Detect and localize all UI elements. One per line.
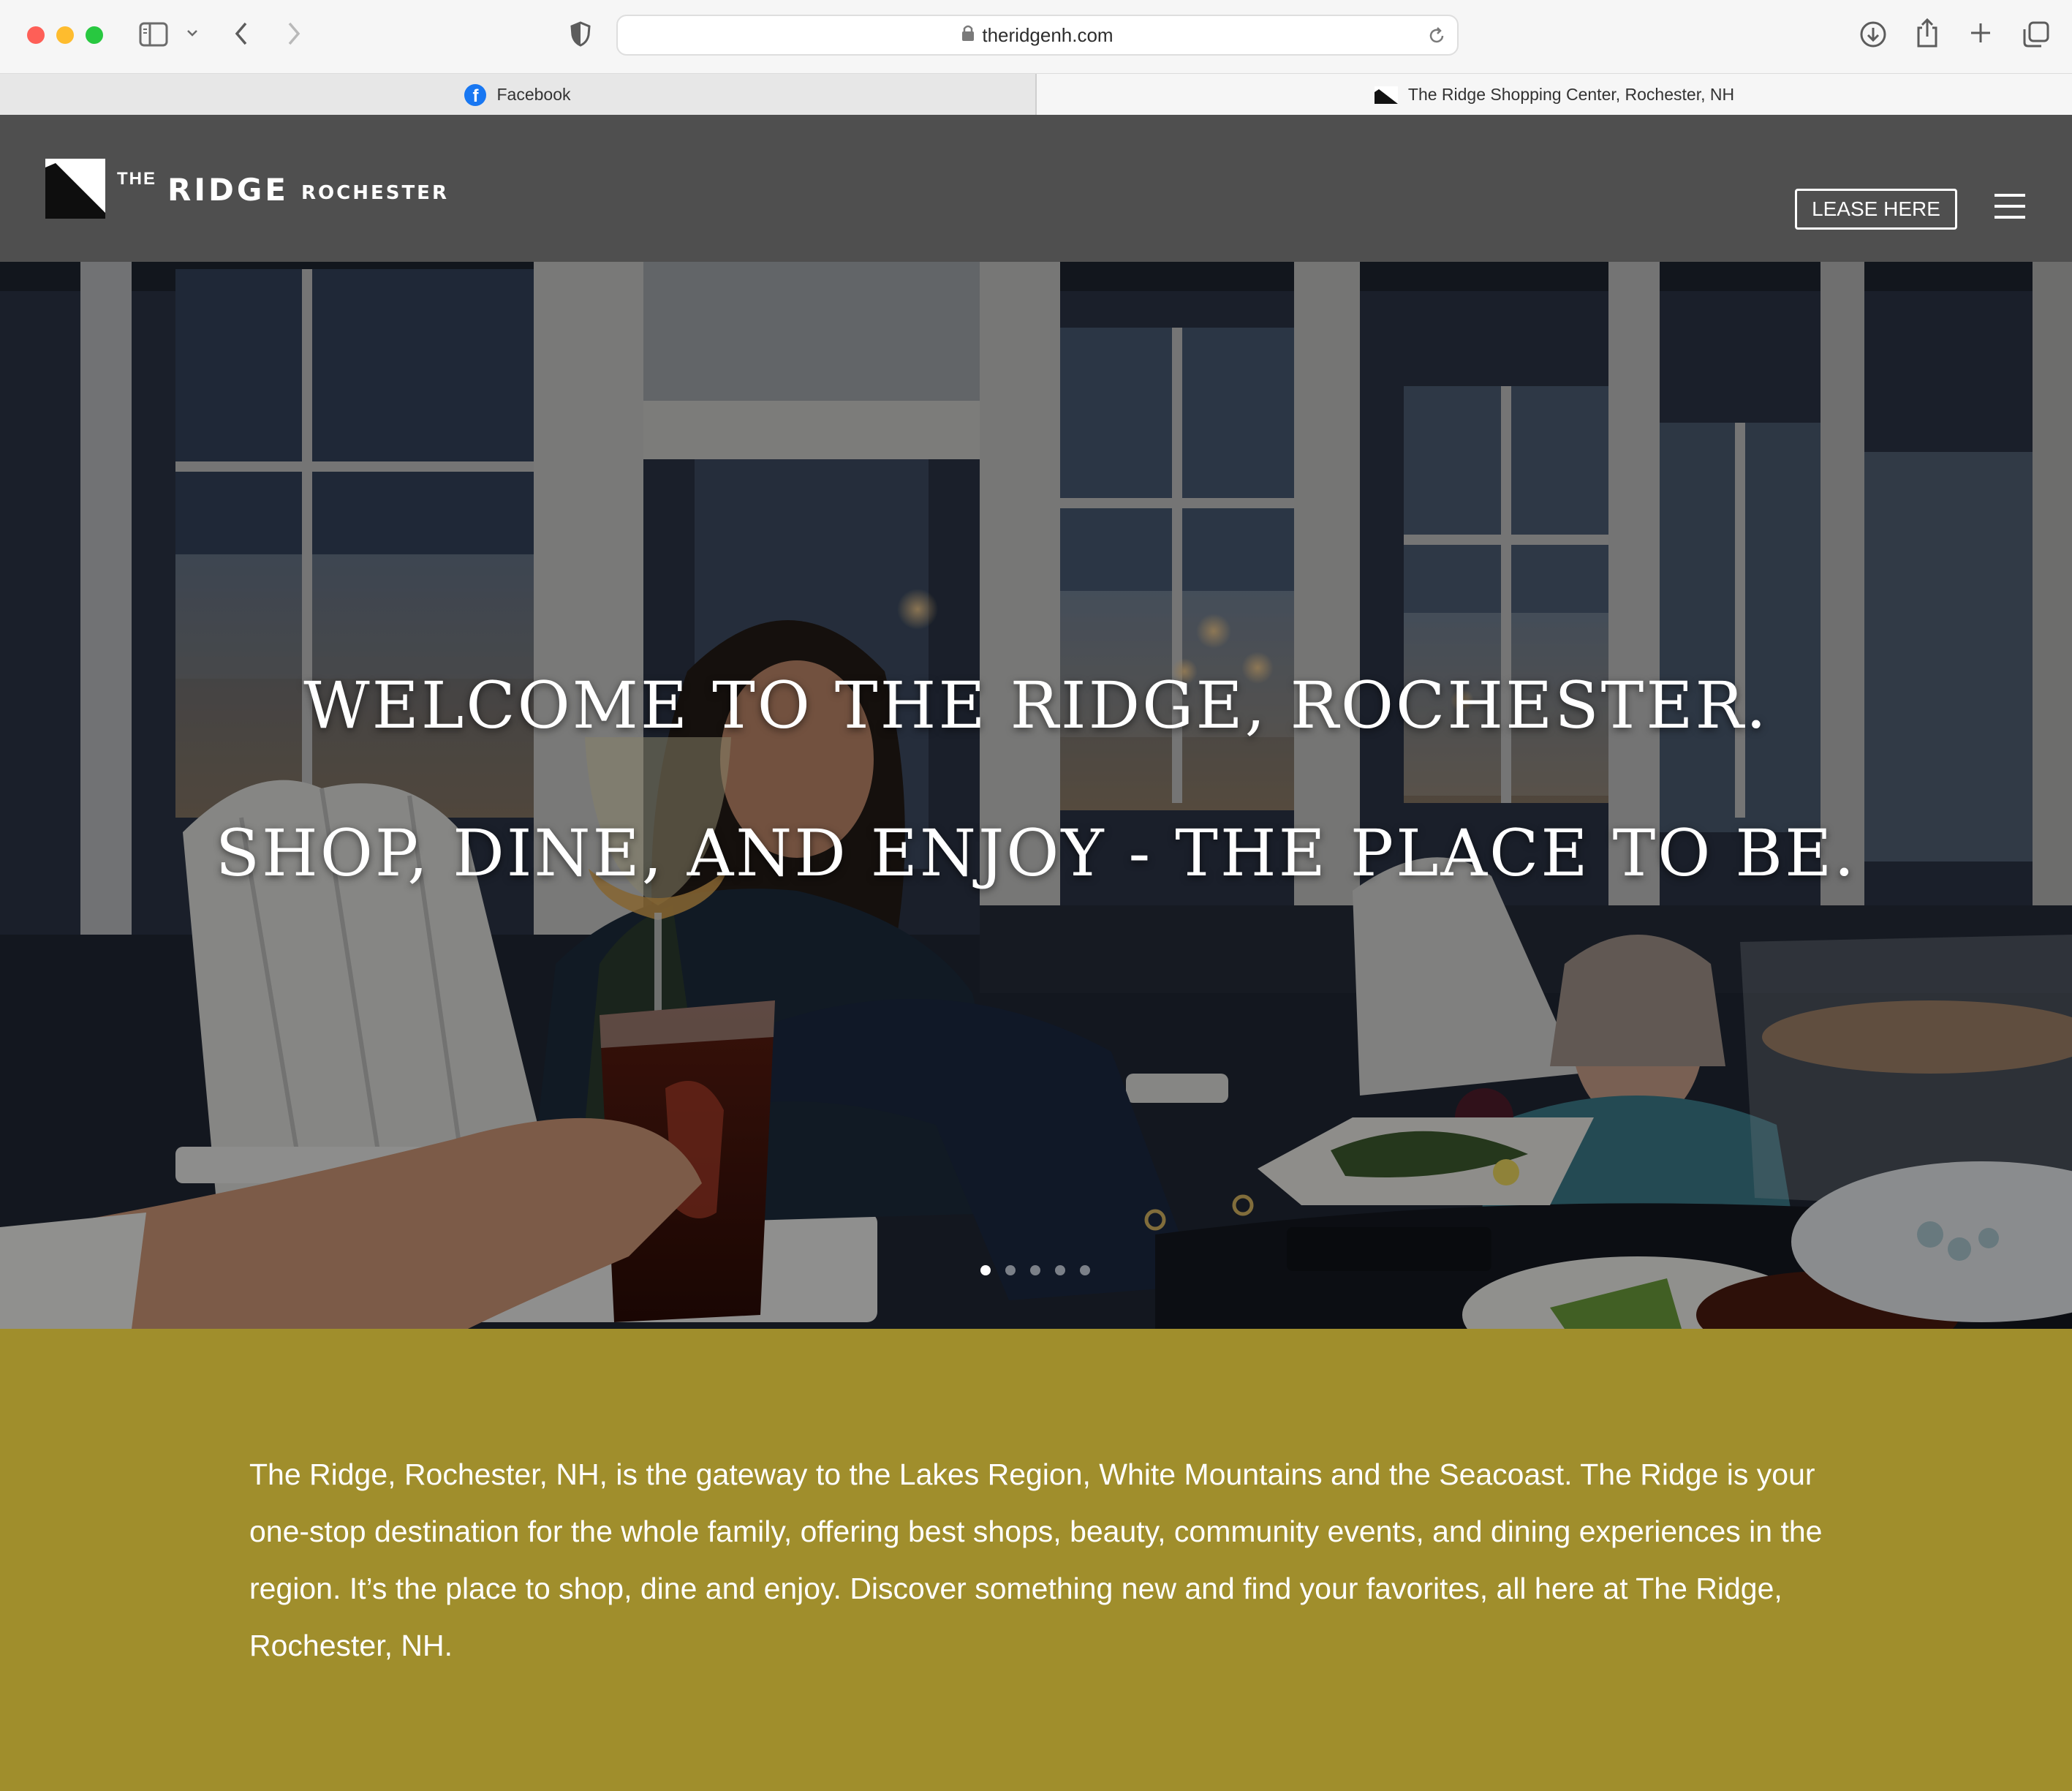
forward-icon[interactable] bbox=[285, 20, 303, 47]
back-icon[interactable] bbox=[232, 20, 250, 47]
lock-icon bbox=[961, 24, 975, 47]
address-bar[interactable]: theridgenh.com bbox=[616, 15, 1459, 56]
hero-photo bbox=[0, 262, 2072, 1329]
intro-section: The Ridge, Rochester, NH, is the gateway… bbox=[0, 1329, 2072, 1791]
slider-pagination bbox=[980, 1265, 1090, 1275]
site-header: THE RIDGE ROCHESTER LEASE HERE bbox=[0, 115, 2072, 262]
intro-paragraph: The Ridge, Rochester, NH, is the gateway… bbox=[249, 1458, 1823, 1662]
hero-slider: WELCOME TO THE RIDGE, ROCHESTER. SHOP, D… bbox=[0, 262, 2072, 1329]
ridge-logo-icon[interactable] bbox=[45, 159, 105, 219]
window-minimize-button[interactable] bbox=[56, 26, 74, 44]
ridge-favicon bbox=[1374, 86, 1398, 104]
reload-icon[interactable] bbox=[1426, 26, 1447, 50]
tab-bar: f Facebook The Ridge Shopping Center, Ro… bbox=[0, 73, 2072, 116]
logo-rochester-text: ROCHESTER bbox=[301, 182, 449, 204]
hero-headline-2: SHOP, DINE, AND ENJOY - THE PLACE TO BE. bbox=[215, 815, 1857, 891]
slide-dot-3[interactable] bbox=[1030, 1265, 1040, 1275]
slide-dot-2[interactable] bbox=[1005, 1265, 1016, 1275]
downloads-icon[interactable] bbox=[1859, 20, 1887, 48]
slide-dot-5[interactable] bbox=[1080, 1265, 1090, 1275]
logo-ridge-text: RIDGE bbox=[167, 172, 289, 208]
tab-label: Facebook bbox=[496, 85, 571, 104]
window-zoom-button[interactable] bbox=[86, 26, 103, 44]
lease-here-button[interactable]: LEASE HERE bbox=[1795, 189, 1957, 230]
tab-the-ridge[interactable]: The Ridge Shopping Center, Rochester, NH bbox=[1037, 74, 2072, 116]
logo-the-text: THE bbox=[117, 169, 156, 189]
new-tab-icon[interactable] bbox=[1970, 22, 1992, 44]
privacy-shield-icon[interactable] bbox=[570, 20, 591, 47]
hero-headline-1: WELCOME TO THE RIDGE, ROCHESTER. bbox=[303, 668, 1769, 743]
sidebar-toggle-icon[interactable] bbox=[139, 22, 168, 47]
tab-facebook[interactable]: f Facebook bbox=[0, 74, 1037, 116]
facebook-icon: f bbox=[464, 83, 487, 106]
tab-label: The Ridge Shopping Center, Rochester, NH bbox=[1407, 85, 1735, 104]
slide-dot-1[interactable] bbox=[980, 1265, 991, 1275]
browser-toolbar: theridgenh.com bbox=[0, 0, 2072, 73]
url-text: theridgenh.com bbox=[982, 23, 1113, 46]
hamburger-menu-icon[interactable] bbox=[1995, 194, 2025, 219]
chevron-down-icon[interactable] bbox=[186, 28, 199, 38]
slide-dot-4[interactable] bbox=[1055, 1265, 1065, 1275]
window-close-button[interactable] bbox=[27, 26, 45, 44]
tab-overview-icon[interactable] bbox=[2022, 20, 2050, 48]
share-icon[interactable] bbox=[1916, 18, 1939, 48]
